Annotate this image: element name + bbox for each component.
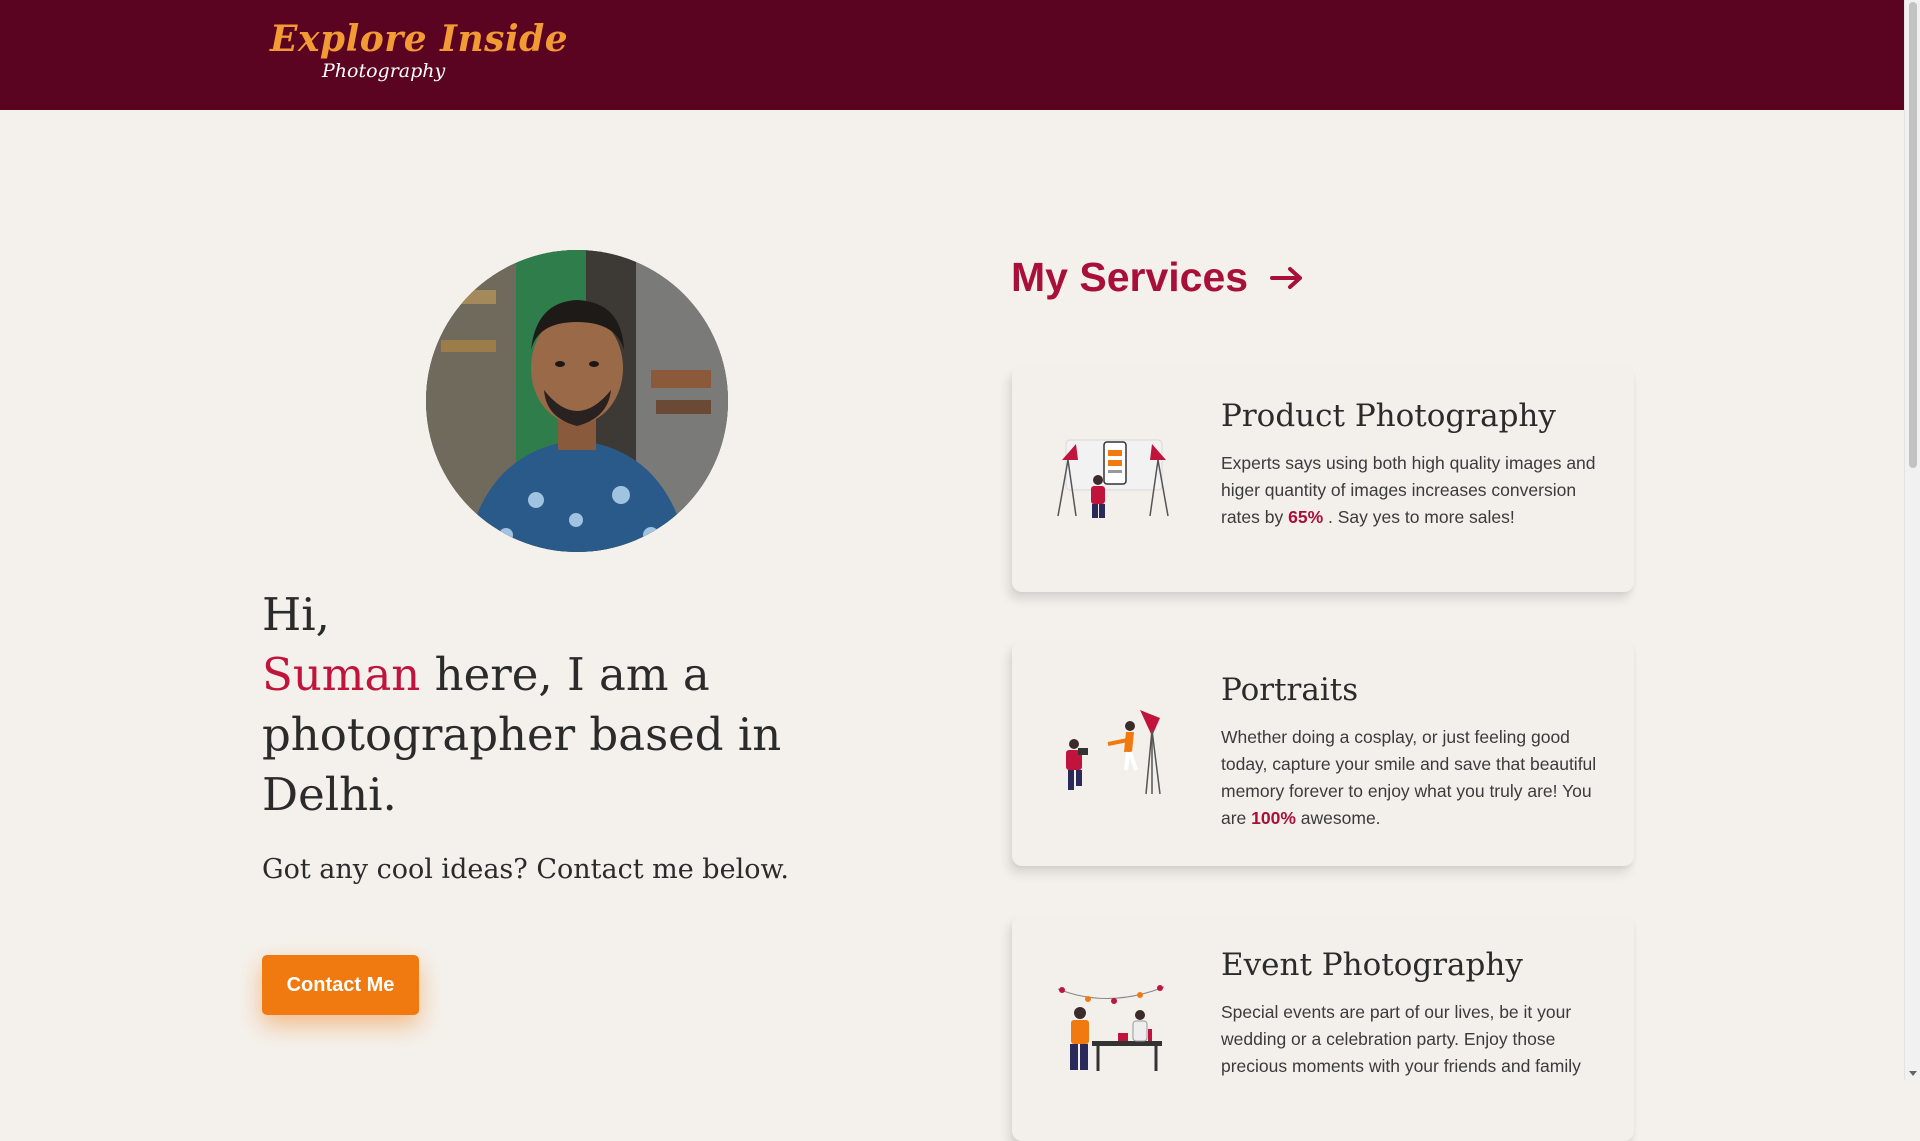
logo-sub-text: Photography [322, 60, 446, 82]
service-highlight: 65% [1288, 507, 1324, 527]
service-description: Special events are part of our lives, be… [1221, 999, 1613, 1080]
hero-heading: Hi, Suman here, I am a photographer base… [262, 585, 882, 825]
hero-intro-rest-3: Delhi. [262, 768, 397, 821]
service-title: Portraits [1221, 672, 1359, 708]
portrait-photography-illustration [1066, 710, 1161, 795]
event-photography-illustration [1057, 985, 1165, 1071]
services-title-text: My Services [1011, 254, 1249, 300]
service-card-event[interactable]: Event Photography Special events are par… [1012, 915, 1634, 1141]
service-desc-end: awesome. [1295, 808, 1381, 828]
hero-subline: Got any cool ideas? Contact me below. [262, 854, 789, 885]
service-highlight: 100% [1251, 808, 1296, 828]
service-card-portraits[interactable]: Portraits Whether doing a cosplay, or ju… [1012, 640, 1634, 866]
service-desc-end: . Say yes to more sales! [1323, 507, 1515, 527]
site-header: Explore Inside Photography [0, 0, 1904, 110]
hero-greeting: Hi, [262, 588, 330, 641]
site-logo[interactable]: Explore Inside Photography [268, 16, 568, 92]
contact-me-button[interactable]: Contact Me [262, 955, 419, 1015]
service-description: Whether doing a cosplay, or just feeling… [1221, 724, 1613, 832]
hero-intro-line: Suman here, I am a [262, 645, 882, 705]
page-scrollbar[interactable] [1904, 0, 1920, 1080]
services-heading[interactable]: My Services [1011, 254, 1304, 301]
service-desc-text: Special events are part of our lives, be… [1221, 1002, 1581, 1076]
hero-intro-rest-1: here, I am a [420, 648, 710, 701]
hero-intro-rest-2: photographer based in [262, 708, 782, 761]
scroll-down-arrow-icon[interactable] [1909, 1071, 1917, 1076]
scrollbar-thumb[interactable] [1909, 2, 1917, 468]
service-title: Event Photography [1221, 947, 1523, 983]
service-title: Product Photography [1221, 398, 1556, 434]
product-photography-illustration [1057, 439, 1169, 518]
service-card-product[interactable]: Product Photography Experts says using b… [1012, 366, 1634, 592]
arrow-right-icon [1270, 266, 1303, 289]
logo-main-text: Explore Inside [270, 18, 569, 60]
hero-name: Suman [262, 648, 421, 701]
service-description: Experts says using both high quality ima… [1221, 450, 1613, 531]
profile-photo-image [426, 250, 728, 552]
profile-photo [426, 250, 728, 552]
